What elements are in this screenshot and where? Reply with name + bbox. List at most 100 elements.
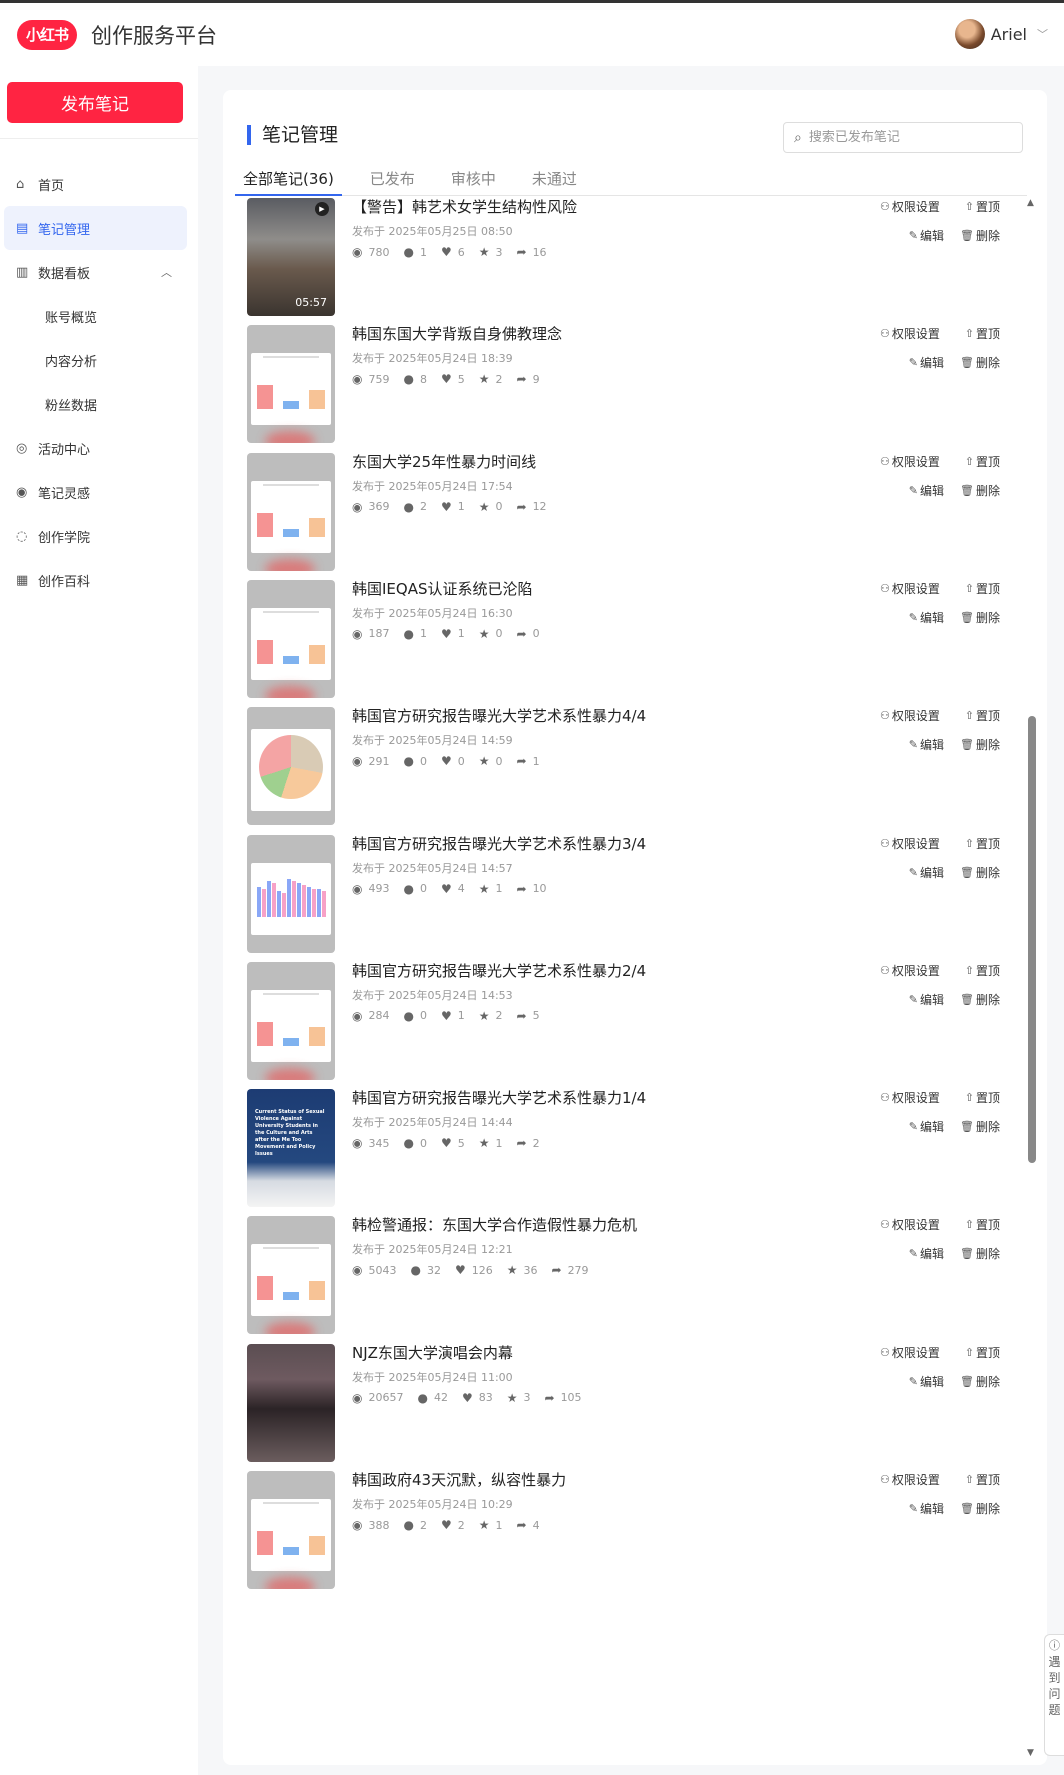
edit-button[interactable]: ✎ 编辑 — [909, 1245, 944, 1262]
sidebar-item[interactable]: 内容分析 — [0, 338, 198, 382]
note-thumbnail[interactable] — [247, 834, 335, 953]
search-box[interactable]: ⌕ — [783, 122, 1023, 153]
search-input[interactable] — [808, 130, 999, 145]
note-title[interactable]: 韩国官方研究报告曝光大学艺术系性暴力4/4 — [352, 707, 646, 729]
note-thumbnail[interactable] — [247, 452, 335, 571]
permission-settings-button[interactable]: ⚇ 权限设置 — [880, 198, 940, 215]
pin-button[interactable]: ⇧ 置顶 — [965, 1216, 1000, 1233]
user-menu[interactable]: Ariel ﹀ — [954, 19, 1048, 49]
note-title[interactable]: 韩检警通报：东国大学合作造假性暴力危机 — [352, 1216, 637, 1238]
tab[interactable]: 已发布 — [362, 166, 423, 196]
permission-settings-button[interactable]: ⚇ 权限设置 — [880, 1089, 940, 1106]
delete-button[interactable]: 🗑 删除 — [960, 609, 1000, 626]
permission-settings-button[interactable]: ⚇ 权限设置 — [880, 1216, 940, 1233]
permission-settings-button[interactable]: ⚇ 权限设置 — [880, 707, 940, 724]
delete-button[interactable]: 🗑 删除 — [960, 354, 1000, 371]
edit-button[interactable]: ✎ 编辑 — [909, 1118, 944, 1135]
edit-button[interactable]: ✎ 编辑 — [909, 736, 944, 753]
scrollbar-thumb[interactable] — [1028, 716, 1036, 1163]
note-thumbnail[interactable]: ▶ 05:57 — [247, 198, 335, 316]
avatar[interactable] — [954, 19, 985, 49]
help-widget[interactable]: ⓘ 遇到问题 — [1044, 1634, 1064, 1756]
note-title[interactable]: 韩国东国大学背叛自身佛教理念 — [352, 325, 562, 347]
edit-button[interactable]: ✎ 编辑 — [909, 354, 944, 371]
note-thumbnail[interactable] — [247, 707, 335, 826]
delete-button[interactable]: 🗑 删除 — [960, 482, 1000, 499]
sidebar-item[interactable]: ▦ 创作百科 — [0, 558, 198, 602]
note-thumbnail[interactable] — [247, 1471, 335, 1589]
sidebar-item[interactable]: ▤ 笔记管理 — [4, 206, 187, 250]
note-title[interactable]: 韩国政府43天沉默，纵容性暴力 — [352, 1471, 566, 1493]
edit-button[interactable]: ✎ 编辑 — [909, 482, 944, 499]
pin-button[interactable]: ⇧ 置顶 — [965, 198, 1000, 215]
note-title[interactable]: 韩国官方研究报告曝光大学艺术系性暴力3/4 — [352, 835, 646, 857]
note-title[interactable]: 东国大学25年性暴力时间线 — [352, 453, 547, 475]
edit-button[interactable]: ✎ 编辑 — [909, 1373, 944, 1390]
sidebar-item[interactable]: 粉丝数据 — [0, 382, 198, 426]
tab[interactable]: 全部笔记(36) — [235, 166, 342, 196]
delete-button[interactable]: 🗑 删除 — [960, 1500, 1000, 1517]
note-thumbnail[interactable] — [247, 1343, 335, 1462]
stat-views-value: 20657 — [368, 1391, 404, 1405]
permission-settings-button[interactable]: ⚇ 权限设置 — [880, 1344, 940, 1361]
pin-button[interactable]: ⇧ 置顶 — [965, 580, 1000, 597]
note-title[interactable]: NJZ东国大学演唱会内幕 — [352, 1344, 582, 1366]
user-name[interactable]: Ariel — [991, 25, 1027, 44]
delete-button[interactable]: 🗑 删除 — [960, 1245, 1000, 1262]
note-title[interactable]: 韩国IEQAS认证系统已沦陷 — [352, 580, 540, 602]
sidebar-item[interactable]: ◌ 创作学院 — [0, 514, 198, 558]
permission-settings-button[interactable]: ⚇ 权限设置 — [880, 835, 940, 852]
chevron-up-icon[interactable]: ︿ — [161, 264, 172, 280]
scroll-up-icon[interactable]: ▲ — [1027, 198, 1034, 208]
permission-settings-button[interactable]: ⚇ 权限设置 — [880, 325, 940, 342]
permission-settings-button[interactable]: ⚇ 权限设置 — [880, 453, 940, 470]
thumbnail-bar — [283, 1292, 299, 1301]
note-title[interactable]: 韩国官方研究报告曝光大学艺术系性暴力1/4 — [352, 1089, 646, 1111]
edit-button[interactable]: ✎ 编辑 — [909, 991, 944, 1008]
sidebar-item[interactable]: ◎ 活动中心 — [0, 426, 198, 470]
note-thumbnail[interactable]: Current Status of Sexual Violence Agains… — [247, 1089, 335, 1208]
tab[interactable]: 审核中 — [443, 166, 504, 196]
delete-button[interactable]: 🗑 删除 — [960, 736, 1000, 753]
trash-icon: 🗑 — [960, 1247, 974, 1261]
edit-button[interactable]: ✎ 编辑 — [909, 1500, 944, 1517]
sidebar-item[interactable]: ▥ 数据看板 ︿ — [0, 250, 198, 294]
pin-button[interactable]: ⇧ 置顶 — [965, 962, 1000, 979]
pin-button[interactable]: ⇧ 置顶 — [965, 453, 1000, 470]
delete-button[interactable]: 🗑 删除 — [960, 991, 1000, 1008]
xiaohongshu-logo[interactable]: 小红书 — [17, 19, 77, 50]
edit-button[interactable]: ✎ 编辑 — [909, 227, 944, 244]
pin-button[interactable]: ⇧ 置顶 — [965, 707, 1000, 724]
permission-settings-button[interactable]: ⚇ 权限设置 — [880, 1471, 940, 1488]
delete-button[interactable]: 🗑 删除 — [960, 1118, 1000, 1135]
delete-button[interactable]: 🗑 删除 — [960, 864, 1000, 881]
edit-button[interactable]: ✎ 编辑 — [909, 864, 944, 881]
pin-button[interactable]: ⇧ 置顶 — [965, 1471, 1000, 1488]
pin-button[interactable]: ⇧ 置顶 — [965, 1089, 1000, 1106]
note-thumbnail[interactable] — [247, 961, 335, 1080]
note-thumbnail[interactable] — [247, 1216, 335, 1335]
pin-button[interactable]: ⇧ 置顶 — [965, 835, 1000, 852]
thumbnail-bar — [257, 1531, 273, 1555]
scrollbar[interactable]: ▲ ▼ — [1027, 198, 1039, 1765]
edit-button[interactable]: ✎ 编辑 — [909, 609, 944, 626]
note-title[interactable]: 韩国官方研究报告曝光大学艺术系性暴力2/4 — [352, 962, 646, 984]
sidebar-item[interactable]: ⌂ 首页 — [0, 162, 198, 206]
delete-button[interactable]: 🗑 删除 — [960, 227, 1000, 244]
note-thumbnail[interactable] — [247, 579, 335, 698]
pin-button[interactable]: ⇧ 置顶 — [965, 325, 1000, 342]
publish-note-button[interactable]: 发布笔记 — [7, 82, 183, 123]
scroll-down-icon[interactable]: ▼ — [1027, 1748, 1034, 1758]
pin-button[interactable]: ⇧ 置顶 — [965, 1344, 1000, 1361]
sidebar-item[interactable]: 账号概览 — [0, 294, 198, 338]
permission-settings-button[interactable]: ⚇ 权限设置 — [880, 962, 940, 979]
pie-chart-thumbnail — [259, 735, 323, 800]
note-thumbnail[interactable] — [247, 325, 335, 444]
note-title[interactable]: 【警告】韩艺术女学生结构性风险 — [352, 198, 577, 220]
sidebar-item[interactable]: ◉ 笔记灵感 — [0, 470, 198, 514]
stat-comments: ● 2 — [403, 500, 426, 514]
delete-button[interactable]: 🗑 删除 — [960, 1373, 1000, 1390]
chevron-down-icon[interactable]: ﹀ — [1037, 26, 1048, 42]
tab[interactable]: 未通过 — [524, 166, 585, 196]
permission-settings-button[interactable]: ⚇ 权限设置 — [880, 580, 940, 597]
